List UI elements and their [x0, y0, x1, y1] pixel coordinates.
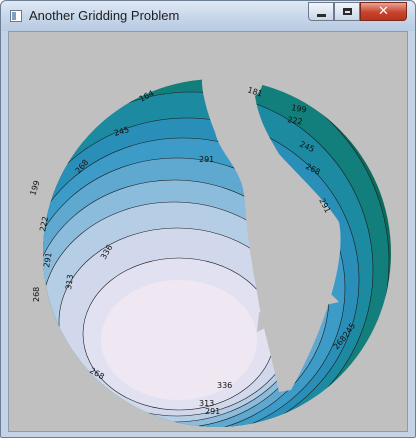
label-291-d: 291: [205, 407, 220, 416]
maximize-icon: [342, 8, 352, 15]
label-199-b: 199: [28, 179, 41, 196]
close-button[interactable]: ✕: [360, 2, 407, 21]
label-336-b: 336: [217, 381, 232, 390]
label-291-a: 291: [199, 155, 214, 164]
minimize-icon: [316, 13, 326, 17]
title-bar[interactable]: Another Gridding Problem ✕: [1, 1, 415, 31]
app-window: Another Gridding Problem ✕ 164 181 245 2…: [0, 0, 416, 438]
contour-plot: 164 181 245 291 199 222 245 268 291 268 …: [28, 64, 391, 427]
maximize-button[interactable]: [334, 2, 360, 21]
plot-area: 164 181 245 291 199 222 245 268 291 268 …: [8, 31, 408, 432]
minimize-button[interactable]: [308, 2, 334, 21]
close-icon: ✕: [378, 4, 389, 19]
app-window-icon[interactable]: [10, 10, 22, 22]
window-title: Another Gridding Problem: [29, 8, 180, 23]
contour-band-core: [101, 280, 257, 400]
label-268-c: 268: [32, 287, 41, 302]
